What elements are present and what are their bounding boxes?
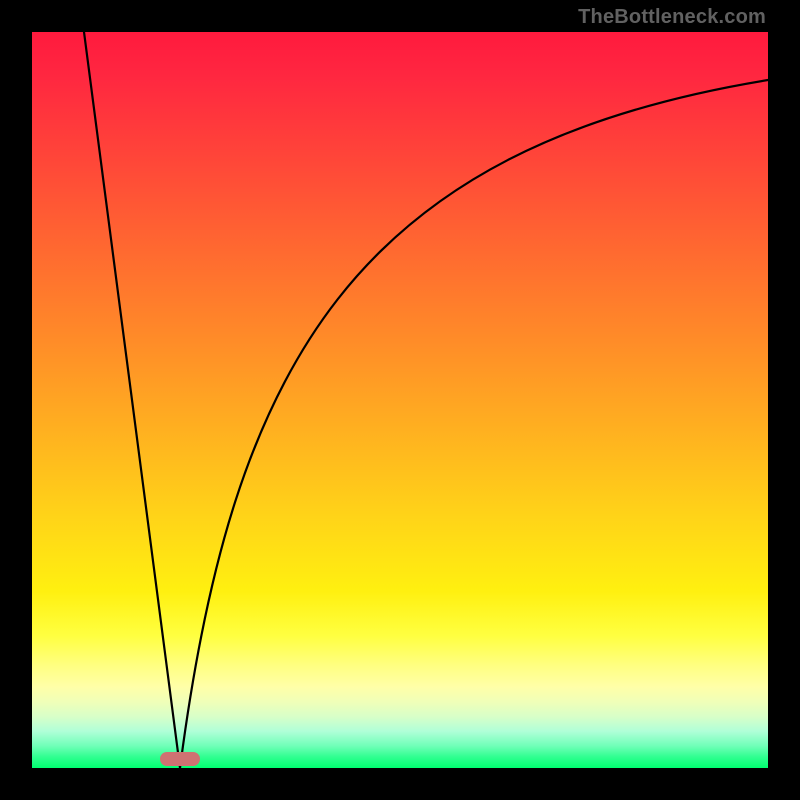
watermark-text: TheBottleneck.com	[578, 6, 766, 29]
minimum-marker	[160, 752, 200, 766]
